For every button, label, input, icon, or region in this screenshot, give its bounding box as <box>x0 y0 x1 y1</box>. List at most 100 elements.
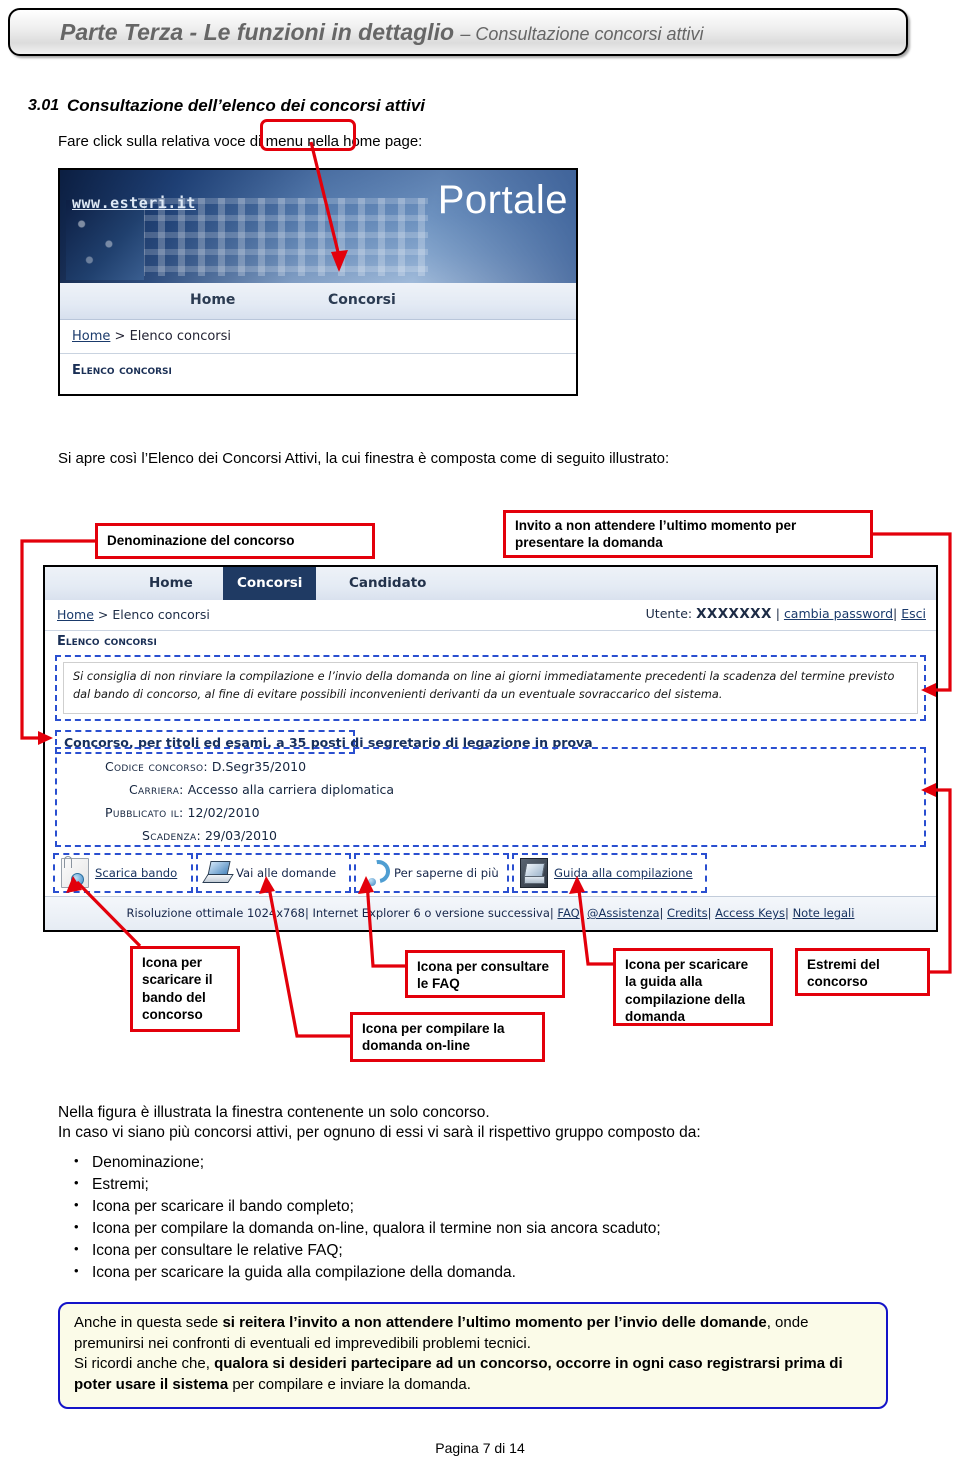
intro-paragraph-2: Si apre così l’Elenco dei Concorsi Attiv… <box>58 450 670 467</box>
banner-subject-label: – Consultazione concorsi attivi <box>460 23 704 44</box>
detail-value-pubblicato: 12/02/2010 <box>187 805 260 820</box>
footer-link-access-keys[interactable]: Access Keys <box>715 906 785 920</box>
portal-page-heading: Elenco concorsi <box>72 363 172 378</box>
page-title: Consultazione dell’elenco dei concorsi a… <box>67 96 426 115</box>
logout-link[interactable]: Esci <box>901 606 926 621</box>
breadcrumb-home-link-2[interactable]: Home <box>57 607 94 622</box>
tab-candidato[interactable]: Candidato <box>335 567 440 600</box>
app-page-heading: Elenco concorsi <box>57 634 157 649</box>
callout-invito: Invito a non attendere l’ultimo momento … <box>503 510 873 558</box>
portal-menu-bar: Home Concorsi <box>60 283 576 320</box>
callout-faq: Icona per consultare le FAQ <box>405 950 565 998</box>
menu-item-concorsi[interactable]: Concorsi <box>328 292 396 308</box>
footer-sep-2: | <box>659 906 668 920</box>
question-mark-icon <box>362 859 388 887</box>
callout-guida-compilazione: Icona per scaricare la guida alla compil… <box>613 948 773 1026</box>
menu-item-home[interactable]: Home <box>190 292 235 308</box>
tab-home[interactable]: Home <box>135 567 207 600</box>
page-number-label: Pagina 7 di 14 <box>435 1440 525 1456</box>
list-item: Icona per scaricare il bando completo; <box>74 1196 661 1218</box>
footer-sep-4: | <box>785 906 793 920</box>
app-tab-bar: Home Concorsi Candidato <box>45 567 936 601</box>
callout-invito-label: Invito a non attendere l’ultimo momento … <box>515 517 797 550</box>
callout-compilare-domanda-label: Icona per compilare la domanda on-line <box>362 1021 505 1054</box>
banner-text: Parte Terza - Le funzioni in dettaglio –… <box>10 19 704 46</box>
action-per-saperne-di-piu[interactable]: Per saperne di più <box>354 853 509 893</box>
guide-book-icon <box>520 858 548 888</box>
elenco-concorsi-screenshot: Home Concorsi Candidato Home > Elenco co… <box>43 565 938 932</box>
detail-row: Codice concorso: D.Segr35/2010 <box>105 759 306 774</box>
page-banner: Parte Terza - Le funzioni in dettaglio –… <box>8 8 908 56</box>
action-per-saperne-di-piu-label[interactable]: Per saperne di più <box>394 866 499 880</box>
body-paragraph-line-2: In caso vi siano più concorsi attivi, pe… <box>58 1123 701 1141</box>
list-item: Icona per compilare la domanda on-line, … <box>74 1218 661 1240</box>
footer-link-assistenza[interactable]: @Assistenza <box>587 906 660 920</box>
site-url-label: www.esteri.it <box>72 194 196 212</box>
footer-link-credits[interactable]: Credits <box>667 906 708 920</box>
change-password-link[interactable]: cambia password <box>784 606 893 621</box>
detail-value-codice: D.Segr35/2010 <box>211 759 307 774</box>
user-bar: Home > Elenco concorsi Utente: XXXXXXX |… <box>45 600 936 631</box>
app-breadcrumb: Home > Elenco concorsi <box>57 607 210 622</box>
important-note-box: Anche in questa sede si reitera l’invito… <box>58 1302 888 1409</box>
note-line1-bold: si reitera l’invito a non attendere l’ul… <box>222 1314 767 1331</box>
detail-row: Pubblicato il: 12/02/2010 <box>105 805 260 820</box>
intro-paragraph-1: Fare click sulla relativa voce di menu n… <box>58 133 423 150</box>
body-paragraph: Nella figura è illustrata la finestra co… <box>58 1103 701 1143</box>
note-line2-suffix: per compilare e inviare la domanda. <box>228 1376 471 1394</box>
callout-compilare-domanda: Icona per compilare la domanda on-line <box>350 1012 545 1062</box>
callout-denominazione: Denominazione del concorso <box>95 523 375 559</box>
callout-denominazione-label: Denominazione del concorso <box>107 533 295 549</box>
callout-estremi-label: Estremi del concorso <box>807 957 880 990</box>
action-guida-alla-compilazione[interactable]: Guida alla compilazione <box>512 853 707 893</box>
list-item: Estremi; <box>74 1174 661 1196</box>
tab-concorsi[interactable]: Concorsi <box>223 567 317 600</box>
action-scarica-bando-label[interactable]: Scarica bando <box>95 866 177 880</box>
list-item: Denominazione; <box>74 1152 661 1174</box>
note-line1-prefix: Anche in questa sede <box>74 1314 223 1331</box>
laptop-icon <box>204 859 230 887</box>
breadcrumb-current-2: Elenco concorsi <box>112 607 210 622</box>
user-separator-2: | <box>893 606 902 621</box>
page-footer: Pagina 7 di 14 <box>0 1440 960 1456</box>
document-download-icon <box>61 856 89 888</box>
note-line2-prefix: Si ricordi anche che, <box>74 1355 215 1373</box>
callout-scarica-bando: Icona per scaricare il bando del concors… <box>130 946 240 1032</box>
user-name-value: XXXXXXX <box>696 606 772 622</box>
footer-resolution-text: Risoluzione ottimale 1024x768| Internet … <box>126 906 558 920</box>
detail-value-carriera: Accesso alla carriera diplomatica <box>187 782 395 797</box>
breadcrumb-separator-2: > <box>93 607 113 622</box>
footer-link-faq[interactable]: FAQ <box>557 906 579 920</box>
callout-guida-compilazione-label: Icona per scaricare la guida alla compil… <box>625 957 749 1024</box>
detail-value-scadenza: 29/03/2010 <box>204 828 277 843</box>
banner-part-label: Parte Terza - Le funzioni in dettaglio <box>60 18 461 45</box>
advisory-notice-text: Si consiglia di non rinviare la compilaz… <box>63 662 918 714</box>
footer-sep-1 <box>580 906 587 920</box>
user-label: Utente: <box>645 606 693 621</box>
detail-label-scadenza: Scadenza: <box>142 828 201 843</box>
user-session-info: Utente: XXXXXXX | cambia password| Esci <box>646 606 926 622</box>
detail-label-pubblicato: Pubblicato il: <box>105 805 184 820</box>
list-item: Icona per scaricare la guida alla compil… <box>74 1262 661 1284</box>
detail-label-codice: Codice concorso: <box>105 759 208 774</box>
callout-scarica-bando-label: Icona per scaricare il bando del concors… <box>142 955 213 1022</box>
action-scarica-bando[interactable]: Scarica bando <box>53 853 193 893</box>
callout-faq-label: Icona per consultare le FAQ <box>417 959 550 992</box>
breadcrumb-separator: > <box>110 329 130 344</box>
action-vai-alle-domande-label[interactable]: Vai alle domande <box>236 866 336 880</box>
callout-estremi: Estremi del concorso <box>795 948 930 996</box>
action-vai-alle-domande[interactable]: Vai alle domande <box>196 853 351 893</box>
user-separator-1: | <box>771 606 784 621</box>
pointer-arrow-to-concorsi <box>309 141 348 272</box>
action-icon-row: Scarica bando Vai alle domande Per saper… <box>53 853 928 895</box>
app-footer: Risoluzione ottimale 1024x768| Internet … <box>45 896 936 930</box>
footer-link-note-legali[interactable]: Note legali <box>793 906 855 920</box>
breadcrumb-home-link[interactable]: Home <box>72 329 110 344</box>
concorso-details-box: Codice concorso: D.Segr35/2010 Carriera:… <box>55 747 926 847</box>
section-number: 3.01 <box>28 97 60 114</box>
portal-breadcrumb: Home > Elenco concorsi <box>60 320 576 354</box>
detail-row: Scadenza: 29/03/2010 <box>142 828 277 843</box>
action-guida-alla-compilazione-label[interactable]: Guida alla compilazione <box>554 866 693 880</box>
notice-dashed-wrapper: Si consiglia di non rinviare la compilaz… <box>55 655 926 721</box>
detail-row: Carriera: Accesso alla carriera diplomat… <box>129 782 394 797</box>
